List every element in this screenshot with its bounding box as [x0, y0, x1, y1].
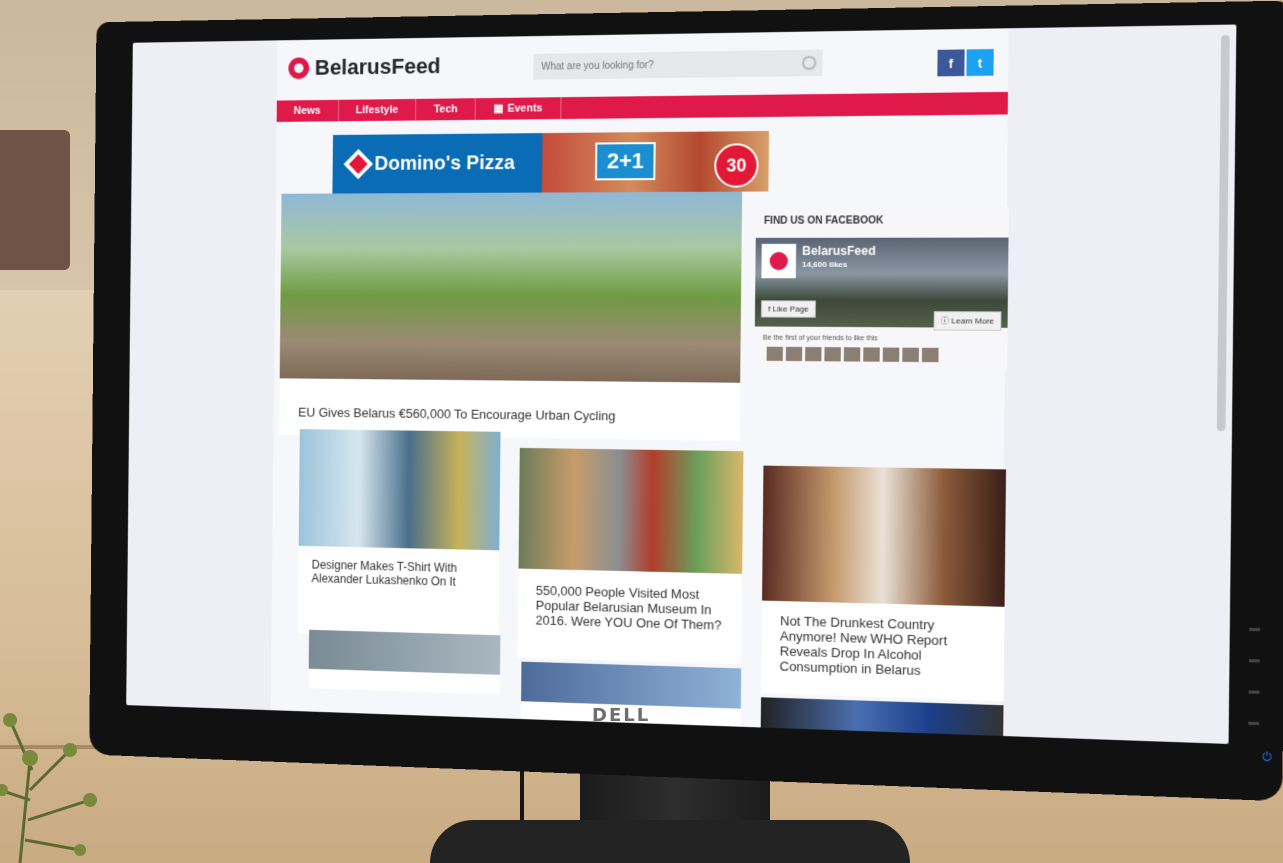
site-header: BelarusFeed f t: [276, 28, 1009, 101]
avatar[interactable]: [766, 346, 783, 361]
avatar[interactable]: [863, 347, 880, 362]
nav-item-news[interactable]: News: [276, 99, 339, 122]
power-icon[interactable]: ⏻: [1262, 751, 1272, 765]
monitor-brand-logo: DELL: [592, 705, 651, 726]
monitor-bezel: ⏻ BelarusFeed f t News Lifestyle Tech: [89, 0, 1283, 802]
article-card[interactable]: 550,000 People Visited Most Popular Bela…: [517, 447, 744, 665]
article-image: [518, 447, 744, 574]
facebook-likes: 14,600 likes: [801, 260, 848, 270]
article-caption[interactable]: Designer Makes T-Shirt With Alexander Lu…: [311, 558, 483, 590]
facebook-widget: FIND US ON FACEBOOK BelarusFeed 14,600 l…: [754, 206, 1009, 371]
avatar[interactable]: [921, 347, 939, 363]
article-card[interactable]: [308, 629, 501, 695]
search-input[interactable]: [533, 49, 823, 80]
facebook-icon[interactable]: f: [937, 49, 965, 77]
logo-icon: [288, 57, 310, 80]
article-image: [298, 429, 501, 551]
ad-offer: 2+1: [594, 142, 657, 181]
article-caption[interactable]: Not The Drunkest Country Anymore! New WH…: [779, 613, 985, 680]
background-object: [0, 130, 70, 270]
ad-brand: Domino's Pizza: [374, 151, 515, 175]
domino-logo-icon: [343, 148, 374, 180]
article-image: [521, 661, 742, 709]
avatar[interactable]: [824, 347, 841, 362]
learn-more-button[interactable]: ⓘ Learn More: [933, 311, 1002, 331]
widget-title: FIND US ON FACEBOOK: [763, 215, 884, 227]
article-card[interactable]: Designer Makes T-Shirt With Alexander Lu…: [297, 429, 501, 640]
article-image: [760, 697, 1004, 744]
monitor-button[interactable]: [1249, 627, 1261, 632]
like-page-button[interactable]: f Like Page: [760, 300, 816, 318]
twitter-icon[interactable]: t: [966, 49, 994, 77]
page-scrollbar[interactable]: [1216, 35, 1230, 432]
monitor-stand-base: [430, 820, 910, 863]
social-links: f t: [937, 49, 994, 77]
facebook-page-logo: [761, 243, 797, 279]
ad-badge: 30: [714, 143, 759, 188]
monitor-button[interactable]: [1248, 690, 1260, 694]
ad-image-panel: 2+1 30: [541, 131, 770, 193]
facebook-cover[interactable]: BelarusFeed 14,600 likes f Like Page ⓘ L…: [754, 237, 1009, 331]
avatar[interactable]: [902, 347, 919, 363]
ad-brand-panel: Domino's Pizza: [332, 133, 543, 194]
facebook-friends-text: Be the first of your friends to like thi…: [762, 334, 878, 343]
facebook-avatars: [766, 346, 939, 363]
avatar[interactable]: [843, 347, 861, 362]
facebook-page-name[interactable]: BelarusFeed: [802, 244, 876, 258]
article-card[interactable]: [760, 697, 1004, 744]
info-icon: ⓘ: [940, 316, 952, 326]
avatar[interactable]: [805, 346, 822, 362]
nav-item-events[interactable]: ▦ Events: [475, 97, 562, 120]
avatar[interactable]: [882, 347, 900, 362]
monitor-button[interactable]: [1248, 721, 1260, 726]
monitor-screen: BelarusFeed f t News Lifestyle Tech ▦ Ev…: [126, 24, 1237, 744]
article-image: [762, 465, 1007, 607]
hero-image: [279, 191, 743, 383]
monitor-button[interactable]: [1248, 659, 1260, 663]
hero-caption[interactable]: EU Gives Belarus €560,000 To Encourage U…: [298, 405, 616, 424]
article-caption[interactable]: 550,000 People Visited Most Popular Bela…: [535, 583, 723, 633]
article-image: [308, 629, 501, 675]
logo-text: BelarusFeed: [314, 53, 441, 80]
calendar-icon: ▦: [493, 102, 504, 115]
nav-item-tech[interactable]: Tech: [416, 98, 477, 121]
ad-banner[interactable]: Domino's Pizza 2+1 30: [332, 131, 770, 194]
article-card[interactable]: Not The Drunkest Country Anymore! New WH…: [761, 465, 1007, 702]
avatar[interactable]: [785, 346, 803, 362]
site-logo[interactable]: BelarusFeed: [288, 53, 441, 81]
nav-item-lifestyle[interactable]: Lifestyle: [338, 98, 417, 122]
website: BelarusFeed f t News Lifestyle Tech ▦ Ev…: [270, 28, 1009, 744]
hero-article[interactable]: EU Gives Belarus €560,000 To Encourage U…: [279, 191, 743, 442]
